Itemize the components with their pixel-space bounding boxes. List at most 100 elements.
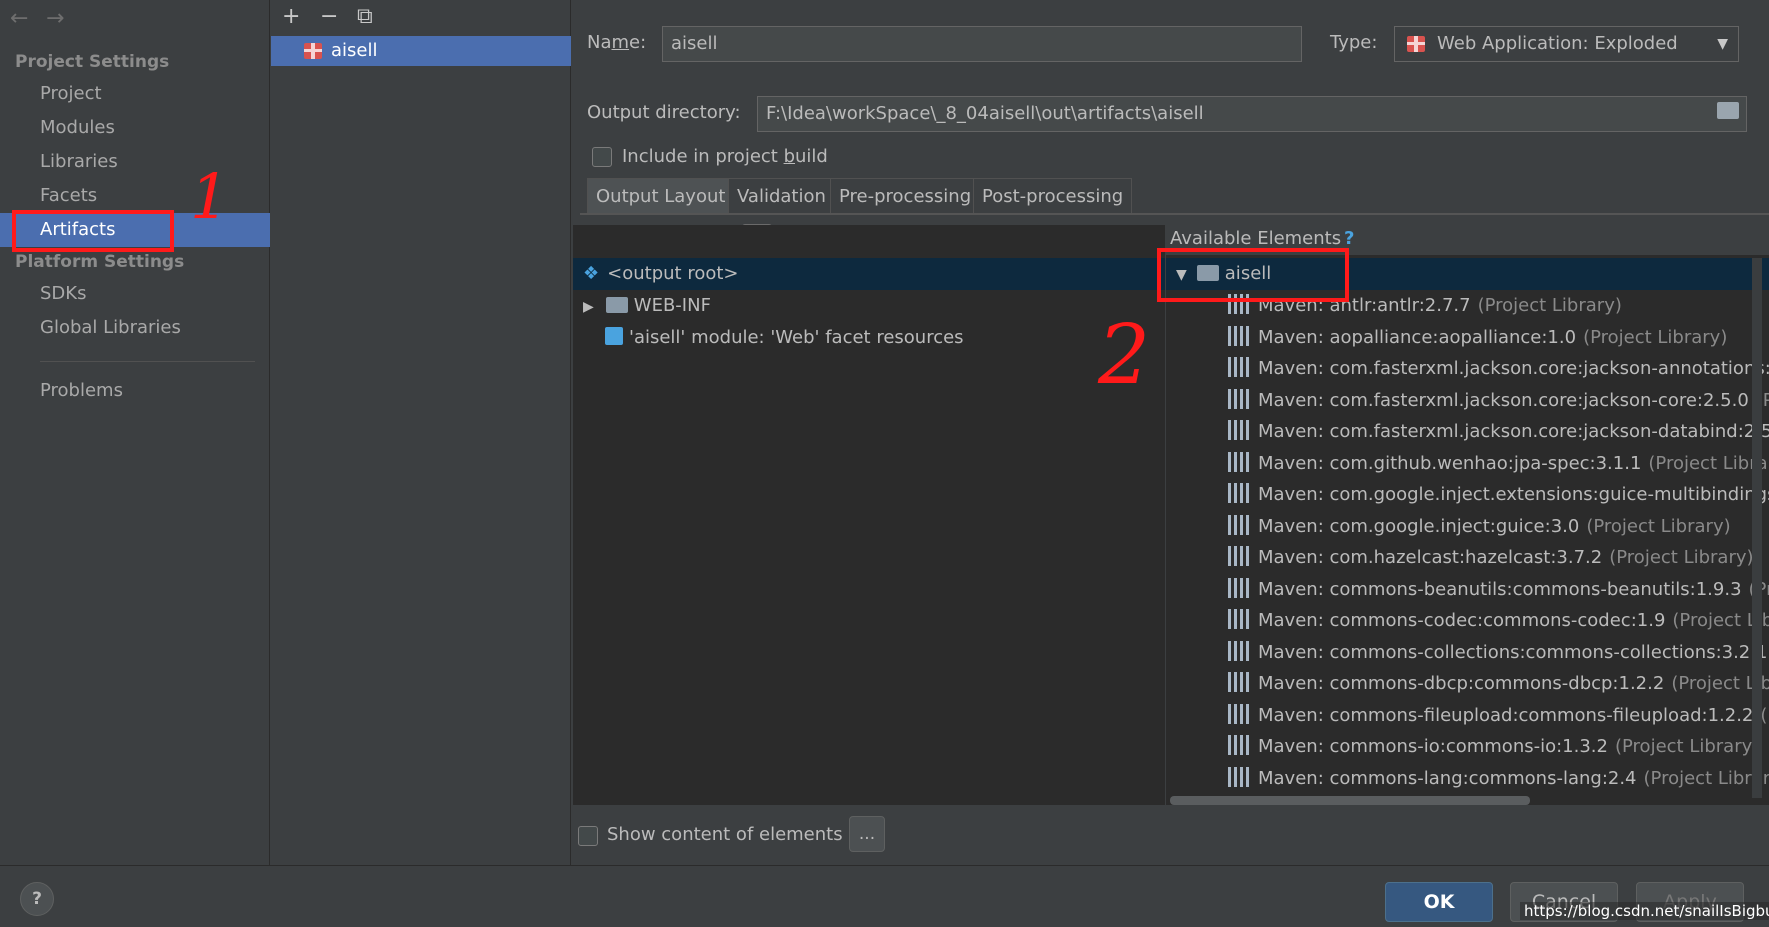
library-icon: [1228, 766, 1250, 787]
web-app-icon: [1407, 36, 1425, 52]
name-input[interactable]: aisell: [662, 26, 1302, 62]
sidebar-item-modules[interactable]: Modules: [0, 111, 270, 145]
bottom-divider: [0, 865, 1769, 866]
sidebar-item-global-libraries[interactable]: Global Libraries: [0, 311, 270, 345]
ok-button[interactable]: OK: [1385, 882, 1493, 922]
platform-settings-header: Platform Settings: [15, 252, 185, 272]
add-artifact-button[interactable]: +: [282, 4, 300, 29]
annotation-number-2: 2: [1098, 308, 1151, 403]
library-name: Maven: com.google.inject.extensions:guic…: [1258, 484, 1769, 505]
library-scope: (Project Library): [1643, 767, 1769, 789]
library-row[interactable]: Maven: commons-lang:commons-lang:2.4 (Pro…: [1228, 763, 1769, 795]
library-name: Maven: commons-fileupload:commons-fileup…: [1258, 704, 1754, 726]
library-row[interactable]: Maven: commons-collections:commons-colle…: [1228, 637, 1769, 669]
available-elements-title: Available Elements: [1170, 228, 1342, 249]
sidebar-item-problems[interactable]: Problems: [0, 374, 270, 408]
copy-artifact-button[interactable]: ⧉: [357, 4, 373, 29]
sidebar-item-facets[interactable]: Facets: [0, 179, 270, 213]
library-scope: (Project Library): [1583, 326, 1728, 348]
available-help-icon[interactable]: ?: [1344, 228, 1354, 249]
library-icon: [1228, 451, 1250, 472]
web-artifact-icon: [304, 43, 322, 59]
library-icon: [1228, 577, 1250, 598]
type-label: Type:: [1330, 32, 1378, 53]
library-name: Maven: com.fasterxml.jackson.core:jackso…: [1258, 358, 1769, 379]
library-name: Maven: com.hazelcast:hazelcast:3.7.2: [1258, 547, 1603, 568]
watermark-text: https://blog.csdn.net/snailIsBigbull: [1520, 902, 1769, 920]
library-row[interactable]: Maven: com.fasterxml.jackson.core:jackso…: [1228, 416, 1769, 448]
annotation-number-1: 1: [190, 160, 230, 233]
type-select[interactable]: Web Application: Exploded ▼: [1394, 26, 1739, 62]
library-row[interactable]: Maven: commons-dbcp:commons-dbcp:1.2.2 (P…: [1228, 668, 1769, 700]
library-name: Maven: commons-codec:commons-codec:1.9: [1258, 610, 1666, 631]
library-row[interactable]: Maven: com.github.wenhao:jpa-spec:3.1.1 (…: [1228, 448, 1769, 480]
library-name: Maven: com.fasterxml.jackson.core:jackso…: [1258, 421, 1769, 442]
library-row[interactable]: Maven: com.fasterxml.jackson.core:jackso…: [1228, 385, 1769, 417]
library-scope: (Project Library): [1614, 736, 1760, 757]
output-root-icon: ❖: [583, 263, 600, 284]
facet-resources-icon: [605, 327, 623, 345]
library-icon: [1228, 325, 1250, 346]
help-button[interactable]: ?: [20, 882, 54, 916]
include-in-build-checkbox[interactable]: [592, 147, 612, 167]
library-scope: (Project Library): [1609, 547, 1754, 568]
annotation-box-aisell: [1157, 248, 1349, 302]
library-name: Maven: aopalliance:aopalliance:1.0: [1258, 326, 1577, 348]
expand-arrow-icon[interactable]: ▶: [583, 299, 594, 315]
library-row[interactable]: Maven: commons-beanutils:commons-beanuti…: [1228, 574, 1769, 606]
library-name: Maven: commons-lang:commons-lang:2.4: [1258, 767, 1637, 789]
show-content-checkbox[interactable]: [578, 826, 598, 846]
library-icon: [1228, 735, 1250, 755]
library-scope: (Project Library): [1648, 452, 1769, 474]
library-row[interactable]: Maven: commons-io:commons-io:1.3.2 (Proje…: [1228, 731, 1759, 763]
library-icon: [1228, 388, 1250, 409]
type-select-value: Web Application: Exploded: [1437, 33, 1678, 54]
settings-sidebar: ← → Project Settings Project Modules Lib…: [0, 0, 270, 865]
tab-pre-processing[interactable]: Pre-processing: [830, 178, 981, 214]
artifact-item-aisell[interactable]: aisell: [271, 36, 571, 66]
show-content-options-button[interactable]: ...: [849, 816, 885, 852]
available-elements-tree: ▼ aisell Maven: antlr:antlr:2.7.7 (Project…: [1166, 255, 1769, 805]
artifact-list-panel: + − ⧉ aisell: [271, 0, 571, 865]
back-arrow-icon[interactable]: ←: [10, 6, 28, 31]
artifact-label: aisell: [331, 40, 378, 61]
output-directory-label: Output directory:: [587, 102, 741, 123]
browse-folder-icon[interactable]: [1717, 102, 1739, 119]
sidebar-item-project[interactable]: Project: [0, 77, 270, 111]
library-name: Maven: com.github.wenhao:jpa-spec:3.1.1: [1258, 452, 1642, 474]
library-icon: [1228, 357, 1250, 377]
library-name: Maven: com.fasterxml.jackson.core:jackso…: [1258, 389, 1749, 411]
sidebar-item-sdks[interactable]: SDKs: [0, 277, 270, 311]
library-name: Maven: commons-collections:commons-colle…: [1258, 641, 1768, 663]
horizontal-scrollbar[interactable]: [1170, 796, 1530, 805]
tab-output-layout[interactable]: Output Layout: [587, 178, 735, 214]
library-row[interactable]: Maven: com.fasterxml.jackson.core:jackso…: [1228, 353, 1769, 385]
library-icon: [1228, 514, 1250, 535]
library-name: Maven: commons-dbcp:commons-dbcp:1.2.2: [1258, 673, 1665, 694]
library-icon: [1228, 546, 1250, 566]
forward-arrow-icon[interactable]: →: [46, 6, 64, 31]
tab-validation[interactable]: Validation: [728, 178, 835, 214]
name-label: Name:: [587, 32, 647, 53]
sidebar-divider: [40, 361, 255, 362]
annotation-box-artifacts: [12, 210, 174, 252]
tree-row-web-inf[interactable]: ▶ WEB-INF: [573, 290, 711, 322]
library-row[interactable]: Maven: com.google.inject.extensions:guic…: [1228, 479, 1769, 511]
folder-icon: [605, 297, 628, 313]
tab-post-processing[interactable]: Post-processing: [973, 178, 1133, 214]
library-name: Maven: commons-io:commons-io:1.3.2: [1258, 736, 1608, 757]
include-in-build-label: Include in project build: [622, 146, 828, 167]
library-row[interactable]: Maven: commons-codec:commons-codec:1.9 (P…: [1228, 605, 1769, 637]
vertical-scrollbar[interactable]: [1752, 258, 1762, 798]
library-row[interactable]: Maven: com.hazelcast:hazelcast:3.7.2 (Pro…: [1228, 542, 1754, 574]
tree-row-output-root[interactable]: ❖ <output root>: [573, 258, 1165, 290]
library-row[interactable]: Maven: commons-fileupload:commons-fileup…: [1228, 700, 1769, 732]
library-name: Maven: com.google.inject:guice:3.0: [1258, 515, 1580, 537]
library-row[interactable]: Maven: com.google.inject:guice:3.0 (Proje…: [1228, 511, 1731, 543]
output-directory-input[interactable]: F:\Idea\workSpace\_8_04aisell\out\artifa…: [757, 96, 1747, 132]
remove-artifact-button[interactable]: −: [320, 4, 338, 29]
show-content-label: Show content of elements: [607, 824, 843, 845]
tree-row-facet-resources[interactable]: 'aisell' module: 'Web' facet resources: [573, 322, 964, 354]
library-row[interactable]: Maven: aopalliance:aopalliance:1.0 (Proje…: [1228, 322, 1727, 354]
sidebar-item-libraries[interactable]: Libraries: [0, 145, 270, 179]
